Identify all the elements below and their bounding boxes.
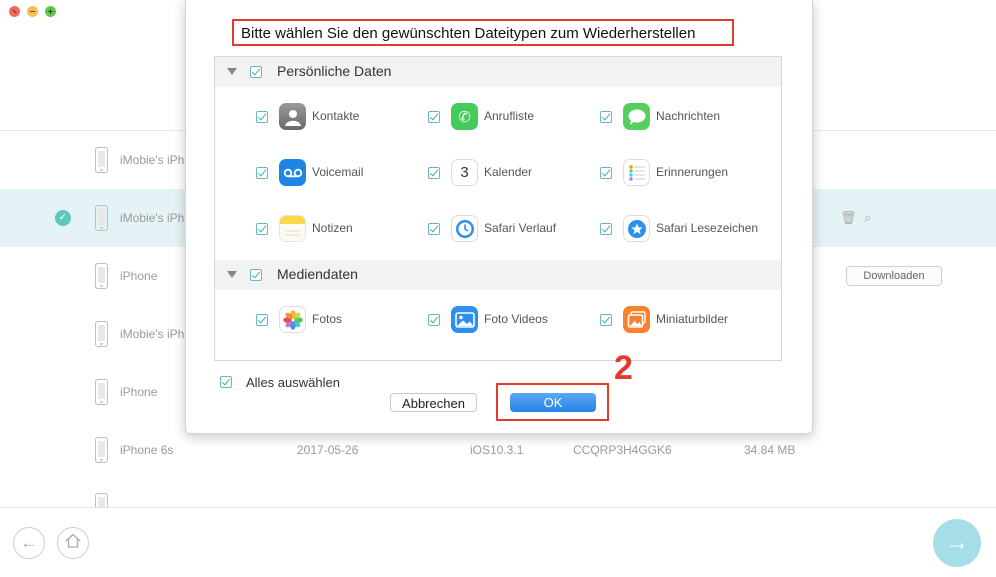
calendar-day: 3: [460, 164, 469, 181]
photos-icon: [279, 306, 306, 333]
section-checkbox[interactable]: [250, 269, 262, 281]
cancel-button[interactable]: Abbrechen: [390, 393, 477, 412]
item-checkbox[interactable]: [256, 314, 268, 326]
file-type-item[interactable]: 3 Kalender: [428, 159, 588, 189]
ios-version: iOS10.3.1: [470, 443, 524, 457]
phone-icon: [95, 263, 108, 289]
arrow-right-icon: →: [945, 529, 969, 556]
file-type-item[interactable]: Erinnerungen: [600, 159, 760, 189]
thumbnails-icon: [623, 306, 650, 333]
item-checkbox[interactable]: [428, 111, 440, 123]
phone-icon: [95, 321, 108, 347]
select-all-label: Alles auswählen: [246, 375, 340, 390]
item-checkbox[interactable]: [600, 111, 612, 123]
device-name: iMobie's iPh: [120, 153, 185, 167]
device-name: iPhone: [120, 385, 158, 399]
file-type-item[interactable]: Foto Videos: [428, 306, 588, 336]
minimize-window-button[interactable]: [27, 6, 38, 17]
search-icon[interactable]: ⌕: [864, 210, 871, 226]
annotation-number-2: 2: [614, 349, 633, 387]
serial-number: CCQRP3H4GGK6: [573, 443, 672, 457]
device-row[interactable]: [0, 479, 996, 507]
device-name: iPhone 6s: [120, 443, 174, 457]
item-label: Nachrichten: [656, 109, 721, 123]
item-label: Fotos: [312, 312, 343, 326]
phone-icon: [95, 379, 108, 405]
backup-size: 34.84 MB: [744, 443, 796, 457]
calendar-icon: 3: [451, 159, 478, 186]
device-name: iMobie's iPh: [120, 327, 185, 341]
item-label: Miniaturbilder: [656, 312, 729, 326]
download-button[interactable]: Downloaden: [846, 266, 942, 286]
back-button[interactable]: ←: [13, 527, 45, 559]
arrow-left-icon: ←: [20, 533, 38, 552]
item-checkbox[interactable]: [256, 167, 268, 179]
device-name: iPhone: [120, 269, 158, 283]
voicemail-icon: [279, 159, 306, 186]
dialog-title: Bitte wählen Sie den gewünschten Dateity…: [232, 19, 734, 46]
home-icon: [65, 533, 81, 553]
file-type-item[interactable]: Safari Verlauf: [428, 215, 588, 245]
messages-icon: [623, 103, 650, 130]
file-type-item[interactable]: Kontakte: [256, 103, 416, 133]
contacts-icon: [279, 103, 306, 130]
item-label: Voicemail: [312, 165, 364, 179]
maximize-window-button[interactable]: [45, 6, 56, 17]
item-label: Notizen: [312, 221, 353, 235]
item-label: Foto Videos: [484, 312, 548, 326]
phone-icon: [95, 437, 108, 463]
item-checkbox[interactable]: [600, 167, 612, 179]
close-window-button[interactable]: [9, 6, 20, 17]
disclosure-triangle-icon[interactable]: [227, 271, 237, 278]
file-type-item[interactable]: Safari Lesezeichen: [600, 215, 760, 245]
ok-button[interactable]: OK: [510, 393, 596, 412]
notes-icon: [279, 215, 306, 242]
section-label: Mediendaten: [277, 266, 358, 282]
file-type-item[interactable]: Fotos: [256, 306, 416, 336]
ok-highlight-box: OK: [496, 383, 609, 421]
item-label: Kalender: [484, 165, 533, 179]
item-label: Safari Lesezeichen: [656, 221, 759, 235]
phone-icon: [95, 147, 108, 173]
safari-bookmarks-icon: [623, 215, 650, 242]
trash-icon[interactable]: 🗑: [840, 210, 857, 226]
item-label: Erinnerungen: [656, 165, 729, 179]
select-all-checkbox[interactable]: [220, 376, 232, 388]
item-checkbox[interactable]: [256, 111, 268, 123]
item-checkbox[interactable]: [428, 223, 440, 235]
item-checkbox[interactable]: [256, 223, 268, 235]
file-type-item[interactable]: ✆ Anrufliste: [428, 103, 588, 133]
item-label: Kontakte: [312, 109, 360, 123]
file-type-item[interactable]: Miniaturbilder: [600, 306, 760, 336]
backup-date: 2017-05-26: [297, 443, 359, 457]
phone-call-icon: ✆: [451, 103, 478, 130]
photo-video-icon: [451, 306, 478, 333]
section-header-personal[interactable]: Persönliche Daten: [215, 57, 781, 87]
reminders-icon: [623, 159, 650, 186]
file-type-dialog: Bitte wählen Sie den gewünschten Dateity…: [185, 0, 813, 434]
item-checkbox[interactable]: [600, 223, 612, 235]
next-button[interactable]: →: [933, 519, 981, 567]
file-type-list: Persönliche Daten Kontakte ✆ Anrufliste …: [214, 56, 782, 361]
section-header-media[interactable]: Mediendaten: [215, 260, 781, 290]
phone-icon: [95, 493, 108, 507]
divider: [0, 507, 996, 508]
item-checkbox[interactable]: [600, 314, 612, 326]
section-label: Persönliche Daten: [277, 63, 392, 79]
item-checkbox[interactable]: [428, 314, 440, 326]
section-checkbox[interactable]: [250, 66, 262, 78]
file-type-item[interactable]: Notizen: [256, 215, 416, 245]
disclosure-triangle-icon[interactable]: [227, 68, 237, 75]
checkmark-icon: ✓: [55, 210, 71, 226]
window-controls: [9, 6, 56, 17]
item-label: Safari Verlauf: [484, 221, 557, 235]
item-label: Anrufliste: [484, 109, 535, 123]
file-type-item[interactable]: Voicemail: [256, 159, 416, 189]
device-name: iMobie's iPh: [120, 211, 185, 225]
safari-history-icon: [451, 215, 478, 242]
home-button[interactable]: [57, 527, 89, 559]
item-checkbox[interactable]: [428, 167, 440, 179]
file-type-item[interactable]: Nachrichten: [600, 103, 760, 133]
phone-icon: [95, 205, 108, 231]
